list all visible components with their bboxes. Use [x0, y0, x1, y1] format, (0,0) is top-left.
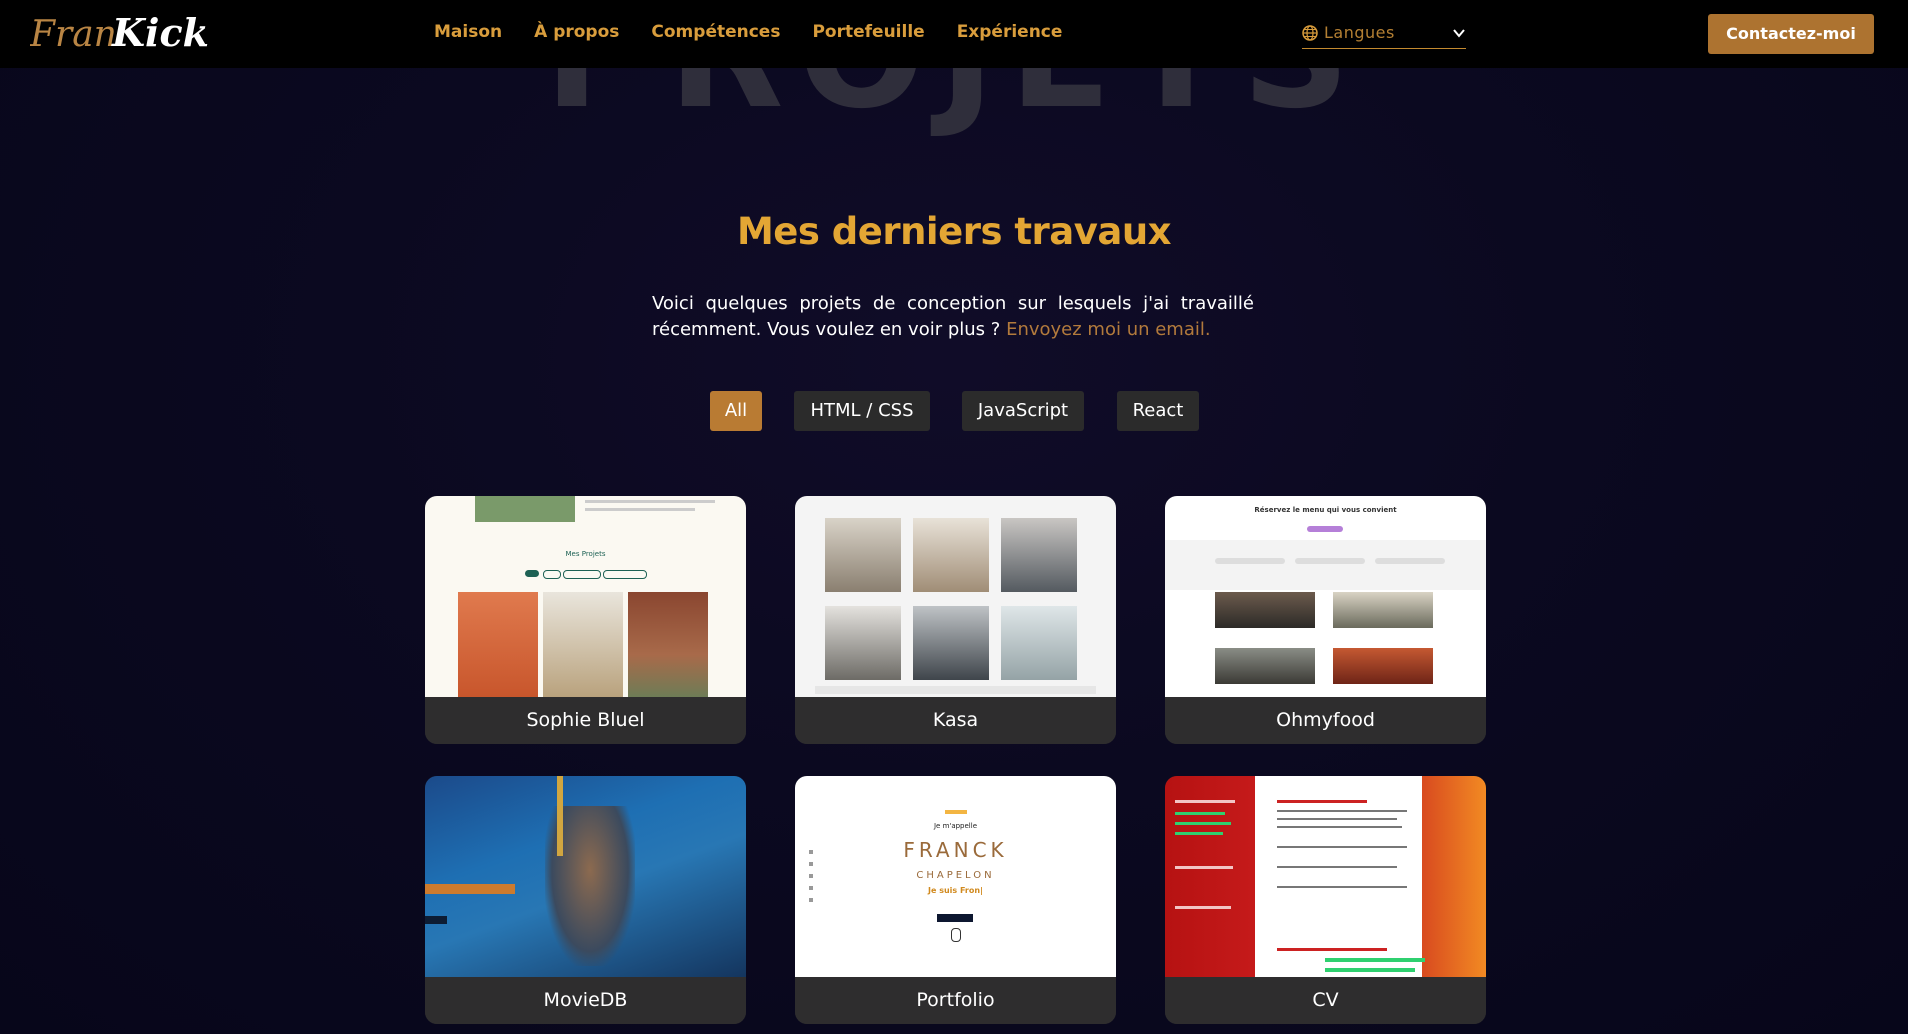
intro-paragraph: Voici quelques projets de conception sur… — [652, 291, 1254, 343]
project-title: CV — [1165, 977, 1486, 1024]
project-card-portfolio[interactable]: Je m'appelle FRANCK CHAPELON Je suis Fro… — [795, 776, 1116, 1024]
nav-link-portefeuille[interactable]: Portefeuille — [812, 22, 924, 42]
project-thumbnail — [425, 776, 746, 977]
project-card-moviedb[interactable]: MovieDB — [425, 776, 746, 1024]
project-title: Kasa — [795, 697, 1116, 744]
thumb-line-surname: CHAPELON — [916, 870, 995, 881]
project-card-kasa[interactable]: Kasa — [795, 496, 1116, 744]
svg-text:Fran: Fran — [30, 14, 117, 55]
top-navbar: Fran Kick Maison À propos Compétences Po… — [0, 0, 1908, 68]
project-card-cv[interactable]: CV — [1165, 776, 1486, 1024]
email-link[interactable]: Envoyez moi un email. — [1006, 319, 1211, 340]
svg-text:Kick: Kick — [111, 10, 209, 55]
contact-button[interactable]: Contactez-moi — [1708, 14, 1874, 54]
language-select[interactable]: Langues — [1302, 20, 1466, 49]
filter-react[interactable]: React — [1117, 391, 1199, 431]
thumb-line-role: Je suis Fron| — [928, 886, 983, 895]
frankick-logo[interactable]: Fran Kick — [30, 6, 210, 60]
filter-all[interactable]: All — [710, 391, 762, 431]
project-thumbnail: Réservez le menu qui vous convient — [1165, 496, 1486, 697]
nav-link-experience[interactable]: Expérience — [957, 22, 1063, 42]
thumb-line-intro: Je m'appelle — [933, 822, 978, 830]
project-title: Sophie Bluel — [425, 697, 746, 744]
thumb-line-name: FRANCK — [903, 838, 1008, 862]
project-title: MovieDB — [425, 977, 746, 1024]
chevron-down-icon — [1453, 29, 1465, 38]
nav-link-a-propos[interactable]: À propos — [534, 22, 619, 42]
thumb-caption: Mes Projets — [565, 550, 606, 558]
project-title: Portfolio — [795, 977, 1116, 1024]
project-title: Ohmyfood — [1165, 697, 1486, 744]
language-label: Langues — [1324, 23, 1395, 42]
project-thumbnail — [795, 496, 1116, 697]
nav-link-maison[interactable]: Maison — [434, 22, 502, 42]
filter-bar: All HTML / CSS JavaScript React — [0, 391, 1908, 431]
project-thumbnail: Je m'appelle FRANCK CHAPELON Je suis Fro… — [795, 776, 1116, 977]
project-thumbnail: Mes Projets — [425, 496, 746, 697]
nav-link-competences[interactable]: Compétences — [651, 22, 780, 42]
main-nav: Maison À propos Compétences Portefeuille… — [434, 22, 1094, 42]
project-card-sophie-bluel[interactable]: Mes Projets Sophie Bluel — [425, 496, 746, 744]
filter-html-css[interactable]: HTML / CSS — [794, 391, 930, 431]
section-title: Mes derniers travaux — [736, 210, 1172, 253]
thumb-caption: Réservez le menu qui vous convient — [1254, 506, 1397, 514]
project-card-ohmyfood[interactable]: Réservez le menu qui vous convient Ohmyf… — [1165, 496, 1486, 744]
globe-icon — [1302, 25, 1318, 41]
filter-javascript[interactable]: JavaScript — [962, 391, 1084, 431]
project-thumbnail — [1165, 776, 1486, 977]
